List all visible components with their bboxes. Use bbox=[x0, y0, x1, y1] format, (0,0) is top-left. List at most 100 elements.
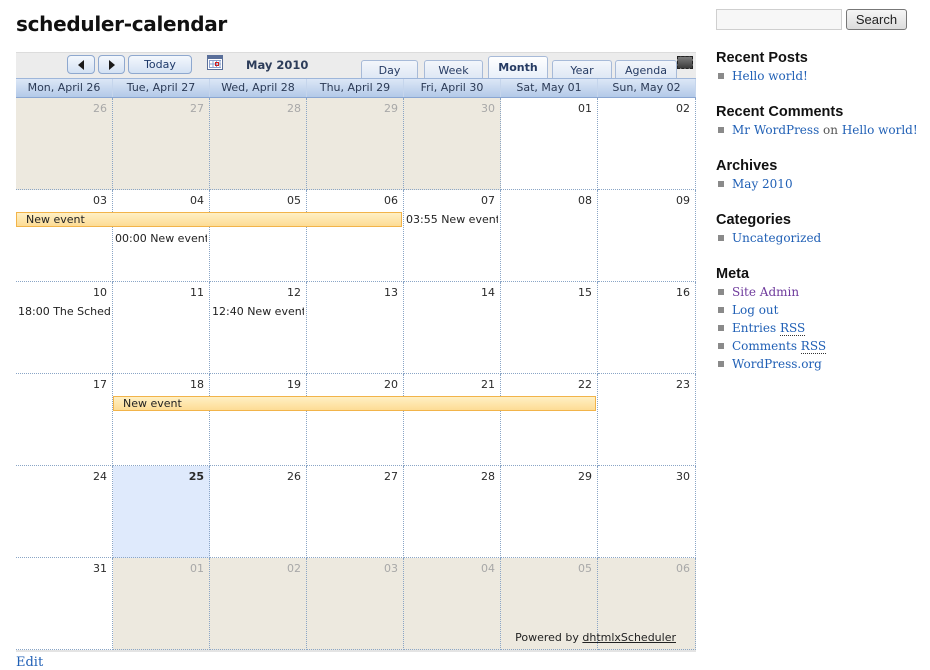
sidebar-link[interactable]: RSS bbox=[800, 339, 827, 354]
day-cell[interactable]: 28 bbox=[210, 98, 307, 190]
multi-day-event[interactable]: New event bbox=[16, 212, 402, 227]
sidebar-link[interactable]: WordPress.org bbox=[732, 357, 822, 371]
day-number[interactable]: 12 bbox=[287, 286, 301, 299]
day-number[interactable]: 30 bbox=[676, 470, 690, 483]
day-cell[interactable]: 28 bbox=[404, 466, 501, 558]
day-cell[interactable]: 15 bbox=[501, 282, 598, 374]
day-number[interactable]: 14 bbox=[481, 286, 495, 299]
day-number[interactable]: 06 bbox=[384, 194, 398, 207]
day-cell[interactable]: 07 bbox=[404, 190, 501, 282]
day-number[interactable]: 25 bbox=[189, 470, 204, 483]
multi-day-event[interactable]: New event bbox=[113, 396, 596, 411]
day-number[interactable]: 13 bbox=[384, 286, 398, 299]
day-number[interactable]: 30 bbox=[481, 102, 495, 115]
day-cell[interactable]: 09 bbox=[598, 190, 696, 282]
day-number[interactable]: 03 bbox=[93, 194, 107, 207]
day-number[interactable]: 26 bbox=[287, 470, 301, 483]
day-cell[interactable]: 06 bbox=[307, 190, 404, 282]
day-number[interactable]: 26 bbox=[93, 102, 107, 115]
day-cell[interactable]: 26 bbox=[16, 98, 113, 190]
day-cell[interactable]: 08 bbox=[501, 190, 598, 282]
day-cell[interactable]: 10 bbox=[16, 282, 113, 374]
day-number[interactable]: 27 bbox=[190, 102, 204, 115]
day-number[interactable]: 15 bbox=[578, 286, 592, 299]
day-number[interactable]: 27 bbox=[384, 470, 398, 483]
sidebar-link[interactable]: Mr WordPress bbox=[732, 123, 819, 137]
day-cell[interactable]: 03 bbox=[307, 558, 404, 650]
day-cell[interactable]: 01 bbox=[113, 558, 210, 650]
day-number[interactable]: 20 bbox=[384, 378, 398, 391]
day-cell[interactable]: 02 bbox=[598, 98, 696, 190]
sidebar-link[interactable]: Comments bbox=[732, 339, 801, 353]
day-cell[interactable]: 16 bbox=[598, 282, 696, 374]
day-number[interactable]: 09 bbox=[676, 194, 690, 207]
sidebar-link[interactable]: Entries bbox=[732, 321, 780, 335]
day-number[interactable]: 16 bbox=[676, 286, 690, 299]
sidebar-link[interactable]: Site Admin bbox=[732, 285, 799, 299]
search-button[interactable]: Search bbox=[846, 9, 907, 30]
event-item[interactable]: 18:00 The Schedu bbox=[18, 305, 110, 318]
event-item[interactable]: 03:55 New event bbox=[406, 213, 498, 226]
day-number[interactable]: 18 bbox=[190, 378, 204, 391]
minimize-icon[interactable] bbox=[677, 56, 693, 69]
day-cell[interactable]: 12 bbox=[210, 282, 307, 374]
sidebar-link[interactable]: Hello world! bbox=[842, 123, 918, 137]
day-cell[interactable]: 01 bbox=[501, 98, 598, 190]
day-cell[interactable]: 31 bbox=[16, 558, 113, 650]
day-number[interactable]: 02 bbox=[676, 102, 690, 115]
day-number[interactable]: 29 bbox=[384, 102, 398, 115]
day-cell[interactable]: 24 bbox=[16, 466, 113, 558]
day-cell[interactable]: 22 bbox=[501, 374, 598, 466]
day-number[interactable]: 05 bbox=[578, 562, 592, 575]
day-cell[interactable]: 18 bbox=[113, 374, 210, 466]
day-number[interactable]: 07 bbox=[481, 194, 495, 207]
tab-year[interactable]: Year bbox=[552, 60, 612, 80]
tab-agenda[interactable]: Agenda bbox=[615, 60, 677, 80]
day-cell[interactable]: 03 bbox=[16, 190, 113, 282]
day-number[interactable]: 11 bbox=[190, 286, 204, 299]
day-cell[interactable]: 14 bbox=[404, 282, 501, 374]
day-number[interactable]: 05 bbox=[287, 194, 301, 207]
day-number[interactable]: 21 bbox=[481, 378, 495, 391]
tab-week[interactable]: Week bbox=[424, 60, 483, 80]
day-cell[interactable]: 27 bbox=[307, 466, 404, 558]
day-number[interactable]: 01 bbox=[578, 102, 592, 115]
day-number[interactable]: 29 bbox=[578, 470, 592, 483]
calendar-icon[interactable] bbox=[207, 55, 223, 70]
day-cell[interactable]: 02 bbox=[210, 558, 307, 650]
day-number[interactable]: 01 bbox=[190, 562, 204, 575]
sidebar-link[interactable]: Hello world! bbox=[732, 69, 808, 83]
day-number[interactable]: 02 bbox=[287, 562, 301, 575]
day-number[interactable]: 28 bbox=[287, 102, 301, 115]
day-number[interactable]: 06 bbox=[676, 562, 690, 575]
day-cell[interactable]: 29 bbox=[501, 466, 598, 558]
day-number[interactable]: 22 bbox=[578, 378, 592, 391]
day-number[interactable]: 03 bbox=[384, 562, 398, 575]
day-number[interactable]: 19 bbox=[287, 378, 301, 391]
day-cell[interactable]: 29 bbox=[307, 98, 404, 190]
sidebar-link[interactable]: RSS bbox=[779, 321, 806, 336]
day-number[interactable]: 23 bbox=[676, 378, 690, 391]
day-cell[interactable]: 17 bbox=[16, 374, 113, 466]
tab-month[interactable]: Month bbox=[488, 56, 548, 80]
day-number[interactable]: 31 bbox=[93, 562, 107, 575]
day-cell[interactable]: 05 bbox=[210, 190, 307, 282]
prev-button[interactable] bbox=[67, 55, 95, 74]
sidebar-link[interactable]: May 2010 bbox=[732, 177, 793, 191]
day-cell[interactable]: 27 bbox=[113, 98, 210, 190]
day-cell[interactable]: 26 bbox=[210, 466, 307, 558]
event-item[interactable]: 12:40 New event bbox=[212, 305, 304, 318]
day-cell[interactable]: 04 bbox=[404, 558, 501, 650]
day-number[interactable]: 08 bbox=[578, 194, 592, 207]
day-number[interactable]: 04 bbox=[481, 562, 495, 575]
day-number[interactable]: 04 bbox=[190, 194, 204, 207]
sidebar-link[interactable]: Uncategorized bbox=[732, 231, 821, 245]
day-cell-today[interactable]: 25 bbox=[113, 466, 210, 558]
day-number[interactable]: 24 bbox=[93, 470, 107, 483]
day-number[interactable]: 10 bbox=[93, 286, 107, 299]
next-button[interactable] bbox=[98, 55, 125, 74]
day-cell[interactable]: 23 bbox=[598, 374, 696, 466]
tab-day[interactable]: Day bbox=[361, 60, 418, 80]
day-cell[interactable]: 13 bbox=[307, 282, 404, 374]
dhtmlxscheduler-link[interactable]: dhtmlxScheduler bbox=[582, 631, 676, 644]
